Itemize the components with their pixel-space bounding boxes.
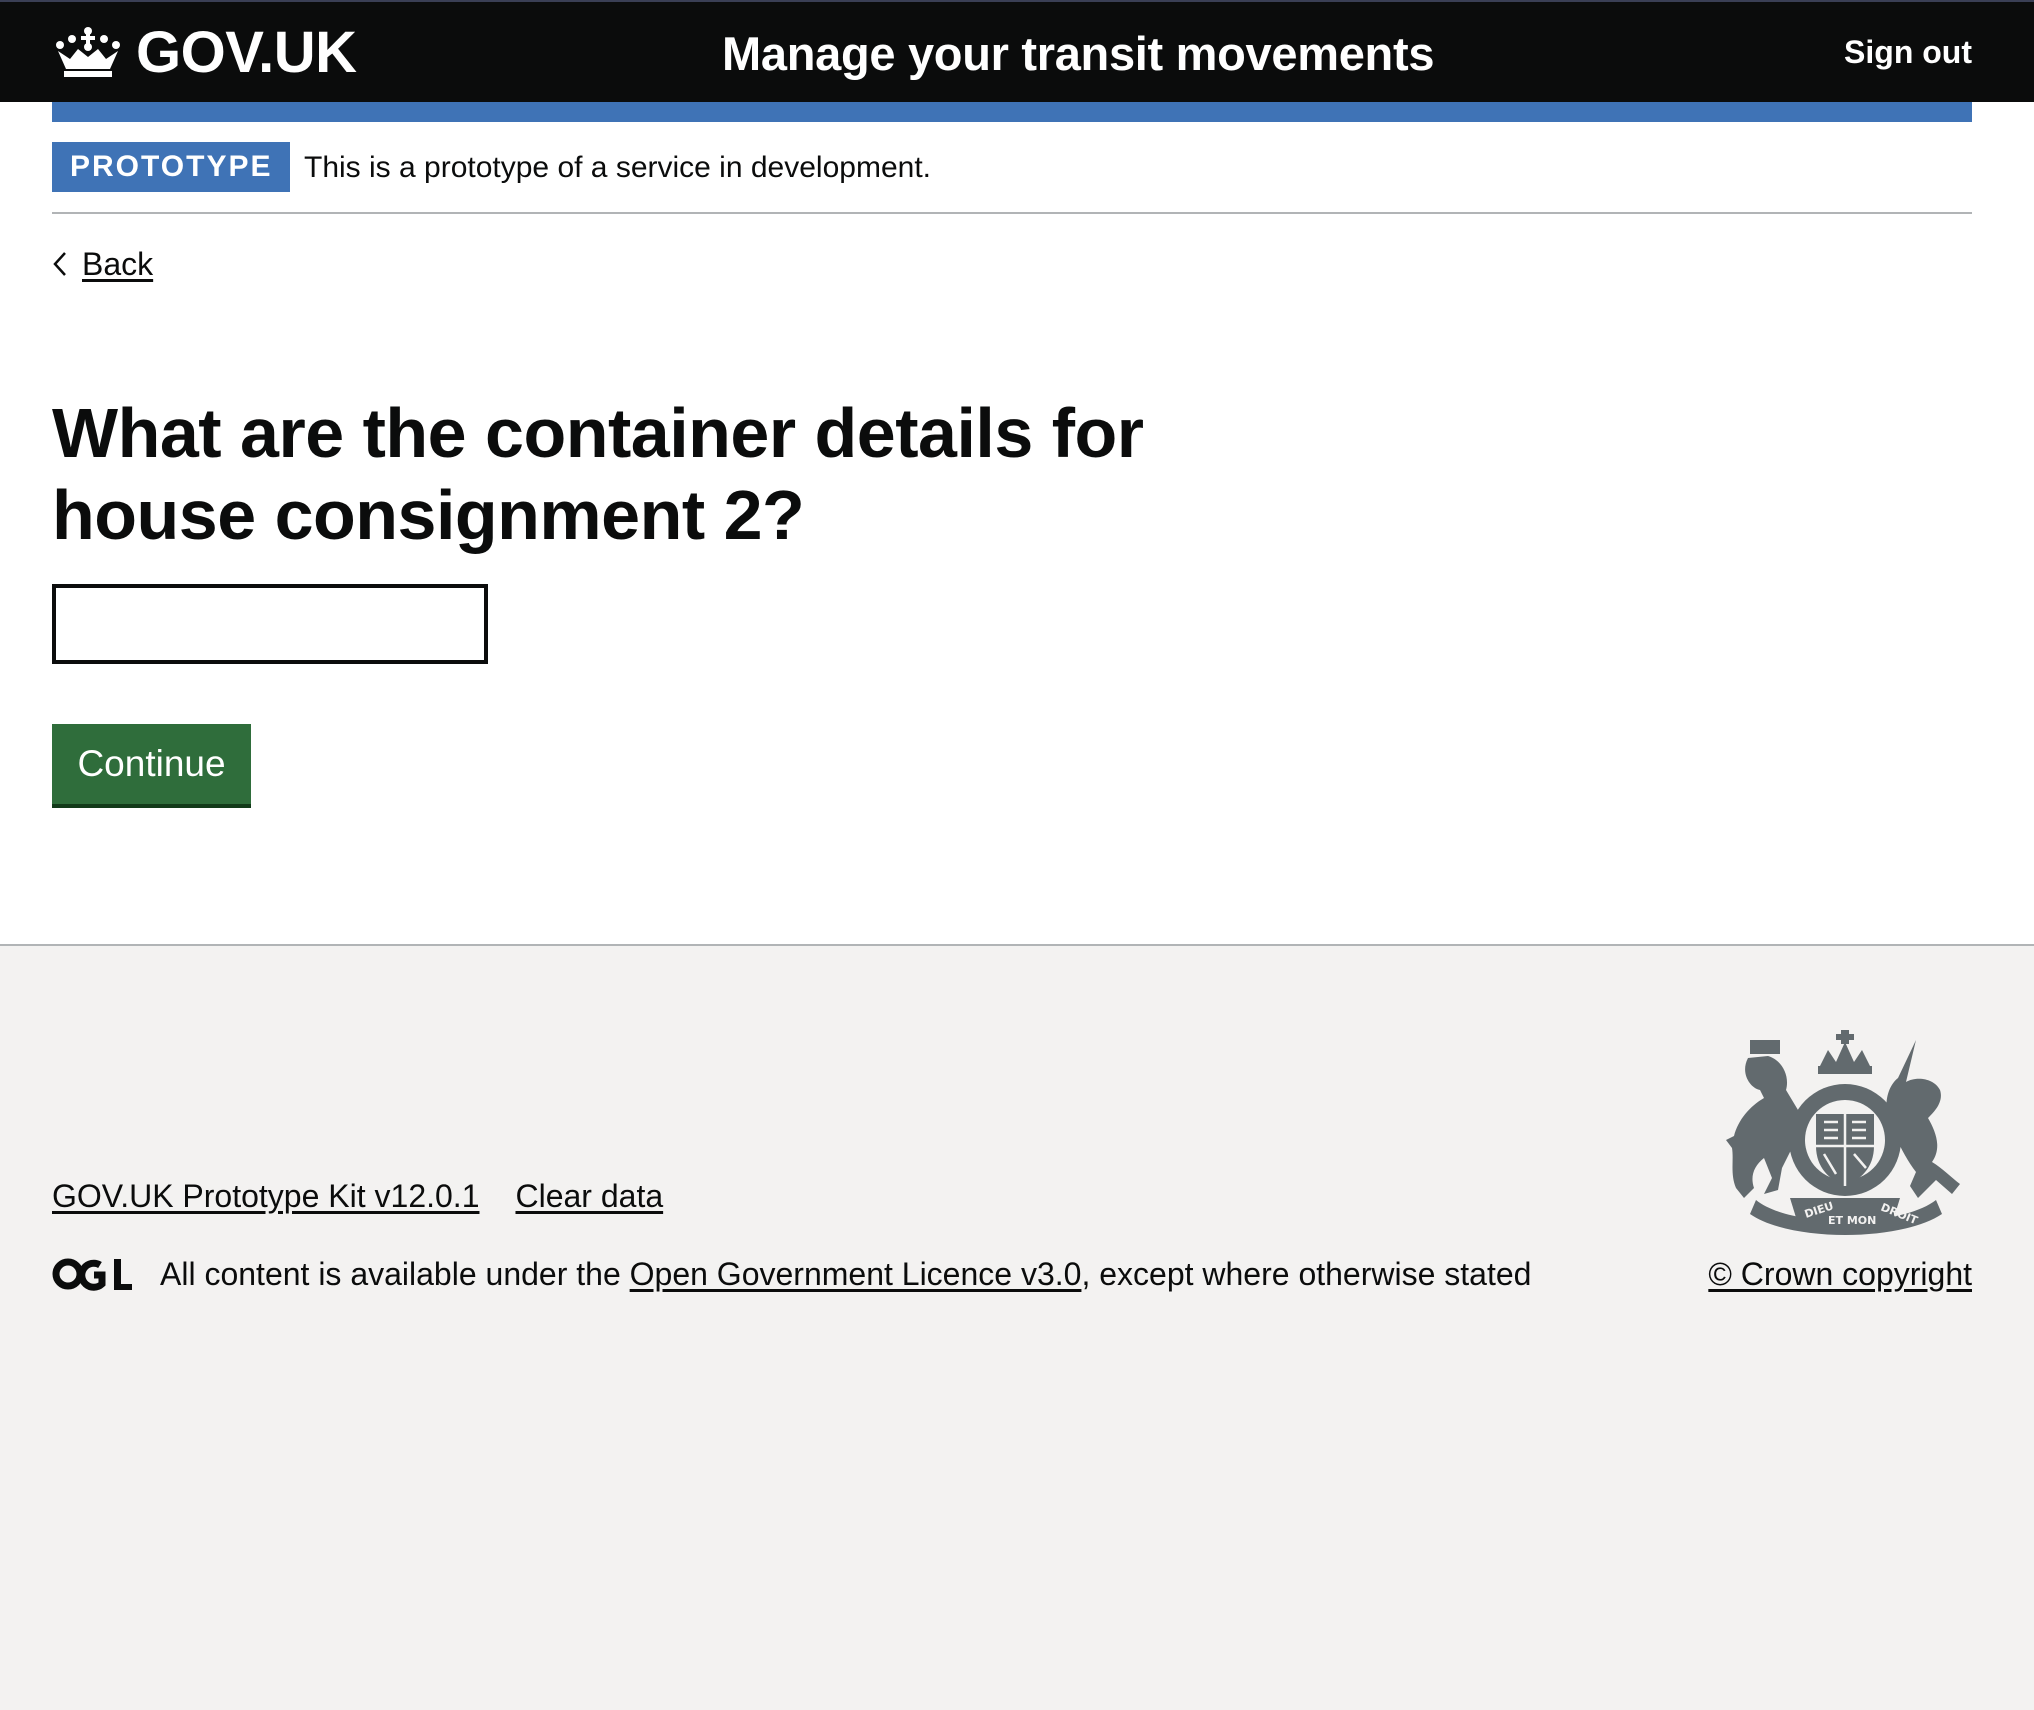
footer-links: GOV.UK Prototype Kit v12.0.1 Clear data (52, 1174, 663, 1218)
crown-icon (56, 27, 120, 77)
royal-coat-of-arms-icon: DIEU ET MON DROIT (1726, 1030, 1960, 1235)
page-heading: What are the container details for house… (52, 394, 1144, 554)
container-details-input[interactable] (52, 584, 488, 664)
back-link-label: Back (82, 246, 154, 282)
govuk-logo-link[interactable]: GOV.UK (52, 20, 357, 86)
svg-text:ET MON: ET MON (1828, 1214, 1876, 1227)
site-header: GOV.UK Manage your transit movements Sig… (0, 0, 2034, 102)
phase-tag: PROTOTYPE (52, 142, 291, 192)
page: GOV.UK Manage your transit movements Sig… (0, 0, 2034, 1710)
header-accent-bar (52, 102, 1972, 122)
site-footer: GOV.UK Prototype Kit v12.0.1 Clear data … (0, 944, 2034, 1710)
logo-text: GOV.UK (136, 20, 357, 85)
clear-data-link[interactable]: Clear data (515, 1174, 663, 1218)
licence-text: All content is available under the Open … (160, 1252, 1531, 1296)
service-name-link[interactable]: Manage your transit movements (722, 26, 1434, 82)
back-link[interactable]: Back (52, 242, 153, 286)
open-government-licence-link[interactable]: Open Government Licence v3.0 (630, 1256, 1082, 1292)
licence-row: All content is available under the Open … (52, 1252, 1531, 1296)
crown-copyright-link[interactable]: © Crown copyright (1708, 1252, 1972, 1296)
chevron-left-icon (53, 252, 66, 276)
licence-prefix: All content is available under the (160, 1256, 630, 1292)
prototype-kit-link[interactable]: GOV.UK Prototype Kit v12.0.1 (52, 1174, 479, 1218)
licence-suffix: , except where otherwise stated (1081, 1256, 1532, 1292)
phase-banner-text: This is a prototype of a service in deve… (304, 151, 931, 184)
continue-button[interactable]: Continue (52, 724, 251, 804)
sign-out-link[interactable]: Sign out (1844, 32, 1972, 72)
ogl-logo-icon (52, 1258, 132, 1291)
phase-banner: PROTOTYPE This is a prototype of a servi… (52, 122, 1972, 214)
